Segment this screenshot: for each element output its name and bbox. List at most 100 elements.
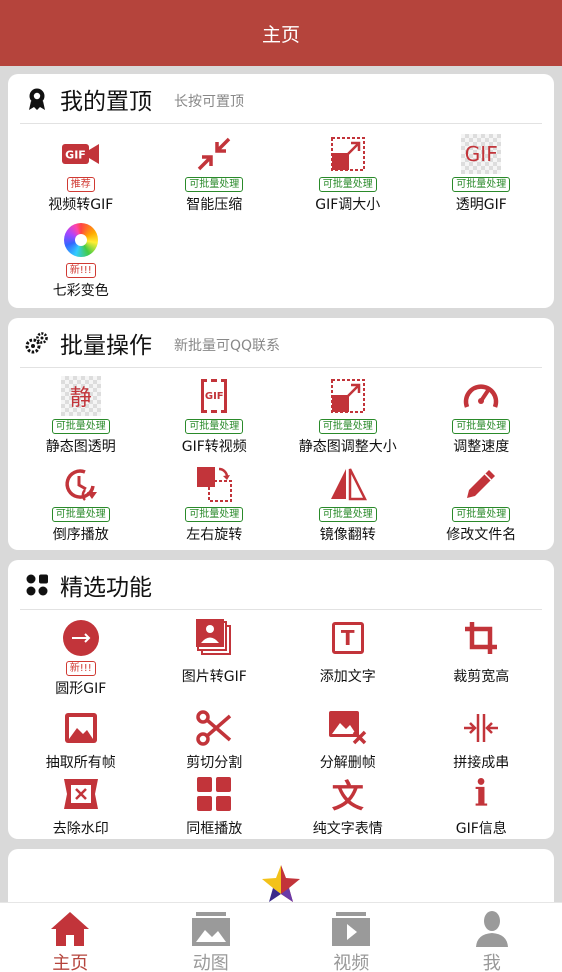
tool-rainbow-color[interactable]: 新!!! 七彩变色: [14, 220, 148, 300]
tool-badge: 推荐: [66, 177, 95, 192]
tool-join[interactable]: 拼接成串: [415, 708, 549, 774]
pencil-icon: [461, 464, 501, 504]
transparent-gif-icon-text: GIF: [464, 142, 498, 166]
tool-mirror-flip[interactable]: 可批量处理 镜像翻转: [281, 464, 415, 544]
pinned-header: 我的置顶 长按可置顶: [20, 74, 542, 124]
grid-play-icon: [194, 774, 234, 814]
add-text-icon: T: [328, 618, 368, 658]
tool-badge: 可批量处理: [51, 507, 110, 522]
tool-badge: 可批量处理: [185, 177, 244, 192]
tool-label: 抽取所有帧: [45, 755, 116, 771]
tool-delete-frames[interactable]: 分解删帧: [281, 708, 415, 774]
nav-home[interactable]: 主页: [0, 903, 141, 972]
tool-add-text[interactable]: T 添加文字: [281, 618, 415, 708]
mirror-flip-icon: [328, 464, 368, 504]
tool-label: 静态图调整大小: [298, 439, 397, 455]
nav-videos[interactable]: 视频: [281, 903, 422, 972]
color-wheel-shape: [63, 223, 98, 257]
tool-static-resize[interactable]: 可批量处理 静态图调整大小: [281, 376, 415, 464]
tool-cut-split[interactable]: 剪切分割: [148, 708, 282, 774]
tool-label: 图片转GIF: [181, 669, 247, 685]
tool-label: 圆形GIF: [55, 681, 107, 697]
film-frame: GIF: [201, 379, 228, 413]
delete-frame-icon: [328, 708, 368, 748]
user-icon: [470, 909, 514, 949]
text-frame: T: [331, 622, 364, 654]
tool-label: 静态图透明: [45, 439, 116, 455]
badge-ribbon-icon: [24, 86, 50, 112]
tool-label: 透明GIF: [455, 197, 507, 213]
remove-watermark-icon: [61, 774, 101, 814]
extract-frames-icon: [61, 708, 101, 748]
info-icon-text: i: [474, 773, 489, 815]
tool-badge: 可批量处理: [452, 419, 511, 434]
crop-icon: [461, 618, 501, 658]
featured-header: 精选功能: [20, 560, 542, 610]
batch-header: 批量操作 新批量可QQ联系: [20, 318, 542, 368]
batch-title: 批量操作: [60, 332, 152, 359]
home-icon: [48, 909, 92, 949]
tool-gif-resize[interactable]: 可批量处理 GIF调大小: [281, 134, 415, 220]
info-icon: i: [461, 773, 501, 815]
scissors-icon: [194, 708, 234, 748]
tool-label: GIF转视频: [181, 439, 247, 455]
compress-icon: [194, 134, 234, 174]
tool-circle-gif[interactable]: 新!!! 圆形GIF: [14, 618, 148, 708]
batch-section: 批量操作 新批量可QQ联系 静 可批量处理 静态图透明 GIF 可批量处理 GI…: [8, 318, 554, 550]
nav-label: 动图: [192, 953, 229, 972]
nav-label: 视频: [333, 953, 370, 972]
tool-smart-compress[interactable]: 可批量处理 智能压缩: [148, 134, 282, 220]
featured-title: 精选功能: [60, 574, 152, 601]
add-text-icon-text: T: [340, 626, 355, 650]
tool-gif-to-video[interactable]: GIF 可批量处理 GIF转视频: [148, 376, 282, 464]
tool-label: 七彩变色: [52, 283, 109, 299]
tool-badge: 可批量处理: [185, 419, 244, 434]
gif-to-video-icon-text: GIF: [204, 390, 224, 402]
circle-gif-icon: [61, 618, 101, 658]
pinned-section: 我的置顶 长按可置顶 GIF 推荐 视频转GIF 可批量处理 智能压缩 可批量处…: [8, 74, 554, 308]
tool-text-emoji[interactable]: 文 纯文字表情: [281, 774, 415, 838]
nav-me[interactable]: 我: [422, 903, 562, 972]
featured-section: 精选功能 新!!! 圆形GIF 图片转GIF T 添加文字 裁剪宽高 抽取所有帧…: [8, 560, 554, 839]
tool-extract-frames[interactable]: 抽取所有帧: [14, 708, 148, 774]
static-transparent-icon-text: 静: [69, 386, 92, 411]
tool-label: 左右旋转: [186, 527, 243, 543]
gif-to-video-icon: GIF: [194, 376, 234, 416]
tool-label: 拼接成串: [453, 755, 510, 771]
tool-rename-file[interactable]: 可批量处理 修改文件名: [415, 464, 549, 544]
tool-gif-info[interactable]: i GIF信息: [415, 773, 549, 838]
text-emoji-icon-text: 文: [331, 777, 364, 815]
tool-label: GIF调大小: [315, 197, 381, 213]
tool-badge: 可批量处理: [318, 419, 377, 434]
tool-label: 调整速度: [453, 439, 510, 455]
tool-label: 添加文字: [319, 669, 376, 685]
tool-label: 倒序播放: [52, 527, 109, 543]
tool-remove-watermark[interactable]: 去除水印: [14, 774, 148, 838]
bottom-nav: 主页 动图 视频 我: [0, 902, 562, 972]
tool-label: 同框播放: [186, 821, 243, 837]
tool-label: 视频转GIF: [48, 197, 114, 213]
tool-label: 纯文字表情: [312, 821, 383, 837]
tool-badge: 可批量处理: [452, 507, 511, 522]
tool-images-to-gif[interactable]: 图片转GIF: [148, 618, 282, 708]
tool-label: GIF信息: [455, 821, 507, 837]
tool-static-transparent[interactable]: 静 可批量处理 静态图透明: [14, 376, 148, 464]
tool-label: 镜像翻转: [319, 527, 376, 543]
tool-grid-play[interactable]: 同框播放: [148, 774, 282, 838]
tool-reverse-play[interactable]: 可批量处理 倒序播放: [14, 464, 148, 544]
tool-rotate[interactable]: 可批量处理 左右旋转: [148, 464, 282, 544]
tool-adjust-speed[interactable]: 可批量处理 调整速度: [415, 376, 549, 464]
tool-crop[interactable]: 裁剪宽高: [415, 618, 549, 708]
images-to-gif-icon: [194, 618, 234, 658]
color-wheel-icon: [61, 220, 101, 260]
nav-gifs[interactable]: 动图: [141, 903, 282, 972]
pinned-subtitle: 长按可置顶: [174, 94, 244, 110]
resize-icon: [328, 134, 368, 174]
reverse-play-icon: [61, 464, 101, 504]
tool-transparent-gif[interactable]: GIF 可批量处理 透明GIF: [415, 134, 549, 220]
pinned-title: 我的置顶: [60, 88, 152, 115]
tool-badge: 新!!!: [65, 661, 96, 676]
join-icon: [461, 708, 501, 748]
tool-video-to-gif[interactable]: GIF 推荐 视频转GIF: [14, 134, 148, 220]
app-header: 主页: [0, 0, 562, 66]
